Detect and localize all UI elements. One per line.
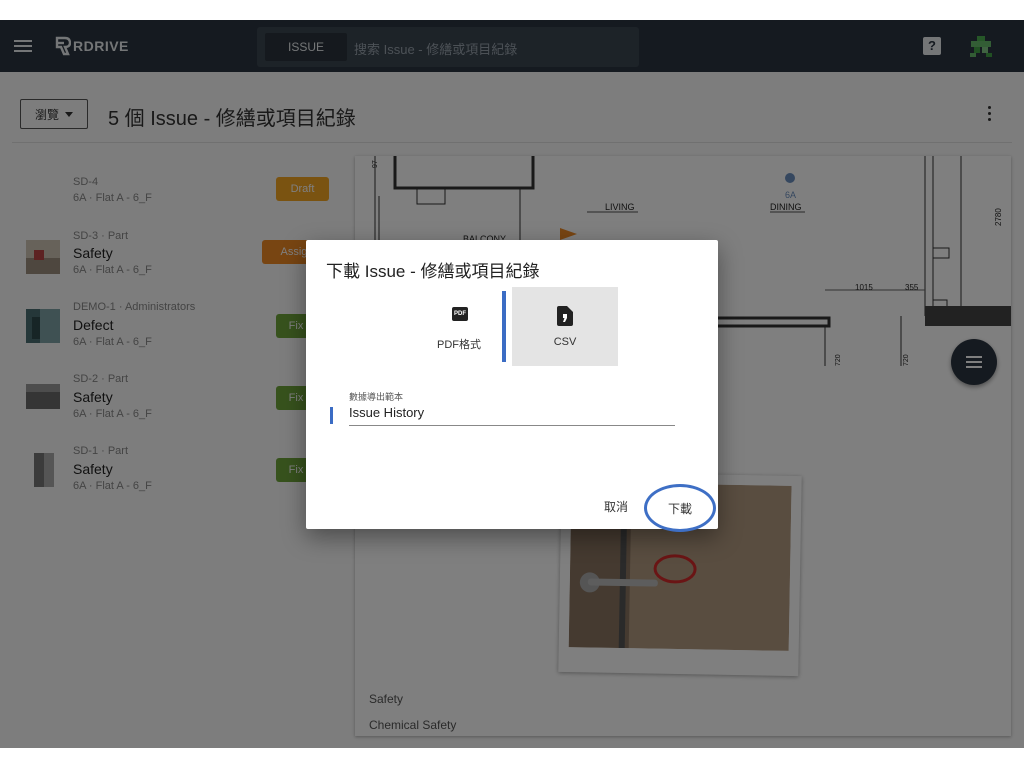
format-selection-indicator — [502, 291, 506, 362]
format-option-csv[interactable]: CSV — [512, 287, 618, 366]
bottom-strip — [0, 748, 1024, 768]
template-select[interactable]: Issue History — [349, 405, 424, 420]
dialog-title: 下載 Issue - 修繕或項目紀錄 — [326, 262, 540, 281]
template-field-underline — [349, 425, 675, 426]
template-field-label: 數據導出範本 — [349, 392, 404, 402]
app-root: RDRIVE ISSUE 搜索 Issue - 修繕或項目紀錄 ? 瀏覽 5 個… — [0, 0, 1024, 768]
pdf-label: PDF格式 — [437, 339, 481, 351]
format-option-pdf[interactable]: PDF PDF格式 — [406, 287, 512, 366]
csv-label: CSV — [553, 336, 577, 348]
field-focus-marker — [330, 407, 333, 424]
csv-file-icon — [557, 306, 573, 326]
pdf-icon: PDF — [452, 307, 468, 321]
status-strip — [0, 0, 1024, 20]
download-button[interactable]: 下載 — [644, 484, 716, 532]
download-dialog: 下載 Issue - 修繕或項目紀錄 PDF PDF格式 CSV 數據導出範本 … — [306, 240, 718, 532]
cancel-button[interactable]: 取消 — [604, 498, 628, 515]
